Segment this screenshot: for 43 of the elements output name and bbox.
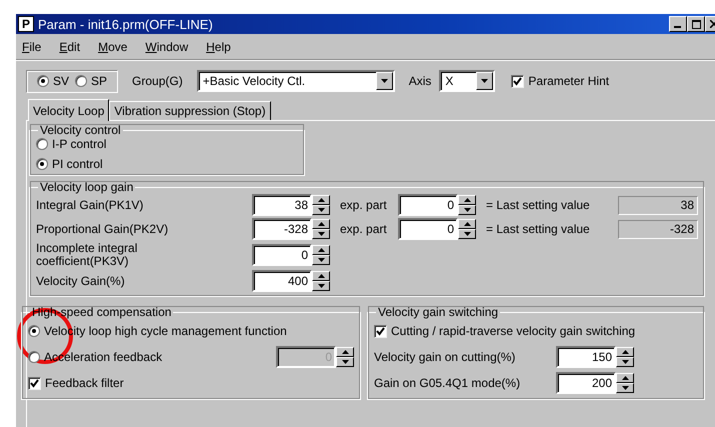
tab[interactable]: Velocity Loop (28, 99, 110, 121)
tab[interactable]: Vibration suppression (Stop) (109, 101, 271, 120)
field-label: Velocity Gain(%) (36, 274, 126, 288)
menu-item[interactable]: File (22, 40, 42, 54)
number-field[interactable]: 200 (556, 372, 616, 394)
field-label: Gain on G05.4Q1 mode(%) (374, 376, 522, 390)
number-field[interactable]: 150 (556, 346, 616, 368)
app-icon: P (18, 16, 34, 32)
menu-item[interactable]: Edit (59, 40, 80, 54)
axis-label: Axis (408, 74, 432, 88)
field-label: = Last setting value (485, 198, 591, 212)
group-label: Group(G) (132, 74, 183, 88)
axis-dropdown[interactable]: X (439, 70, 496, 92)
number-field[interactable]: 0 (398, 218, 458, 240)
checkbox-label: Feedback filter (45, 376, 124, 390)
menu-item[interactable]: Help (206, 40, 231, 54)
window-title: Param - init16.prm(OFF-LINE) (38, 16, 214, 32)
field-label: Proportional Gain(PK2V) (36, 222, 170, 236)
group-dropdown[interactable]: +Basic Velocity Ctl. (196, 70, 395, 92)
readonly-field: -328 (618, 220, 698, 238)
checkbox-label: Cutting / rapid-traverse velocity gain switching (391, 324, 636, 338)
field-label: exp. part (339, 222, 388, 236)
field-label: exp. part (339, 198, 388, 212)
number-field[interactable]: 0 (252, 244, 312, 266)
radio-label: PI control (52, 157, 103, 171)
group-title: Velocity control (39, 123, 122, 137)
field-label: Incomplete integral coefficient(PK3V) (36, 242, 138, 268)
number-field[interactable]: 400 (252, 270, 312, 292)
field-label: Velocity gain on cutting(%) (374, 350, 516, 364)
group-title: Velocity gain switching (377, 305, 500, 319)
field-label: = Last setting value (485, 222, 591, 236)
menu-item[interactable]: Move (98, 40, 128, 54)
radio-label: SV (53, 74, 70, 88)
group-title: Velocity loop gain (39, 180, 134, 194)
field-label: Integral Gain(PK1V) (36, 198, 144, 212)
radio-label: I-P control (52, 137, 106, 151)
menu-item[interactable]: Window (145, 40, 188, 54)
checkbox-label: Parameter Hint (528, 74, 610, 88)
radio-label: SP (91, 74, 108, 88)
number-field[interactable]: 38 (252, 194, 312, 216)
readonly-field: 38 (618, 196, 698, 214)
number-field[interactable]: 0 (398, 194, 458, 216)
number-field[interactable]: -328 (252, 218, 312, 240)
